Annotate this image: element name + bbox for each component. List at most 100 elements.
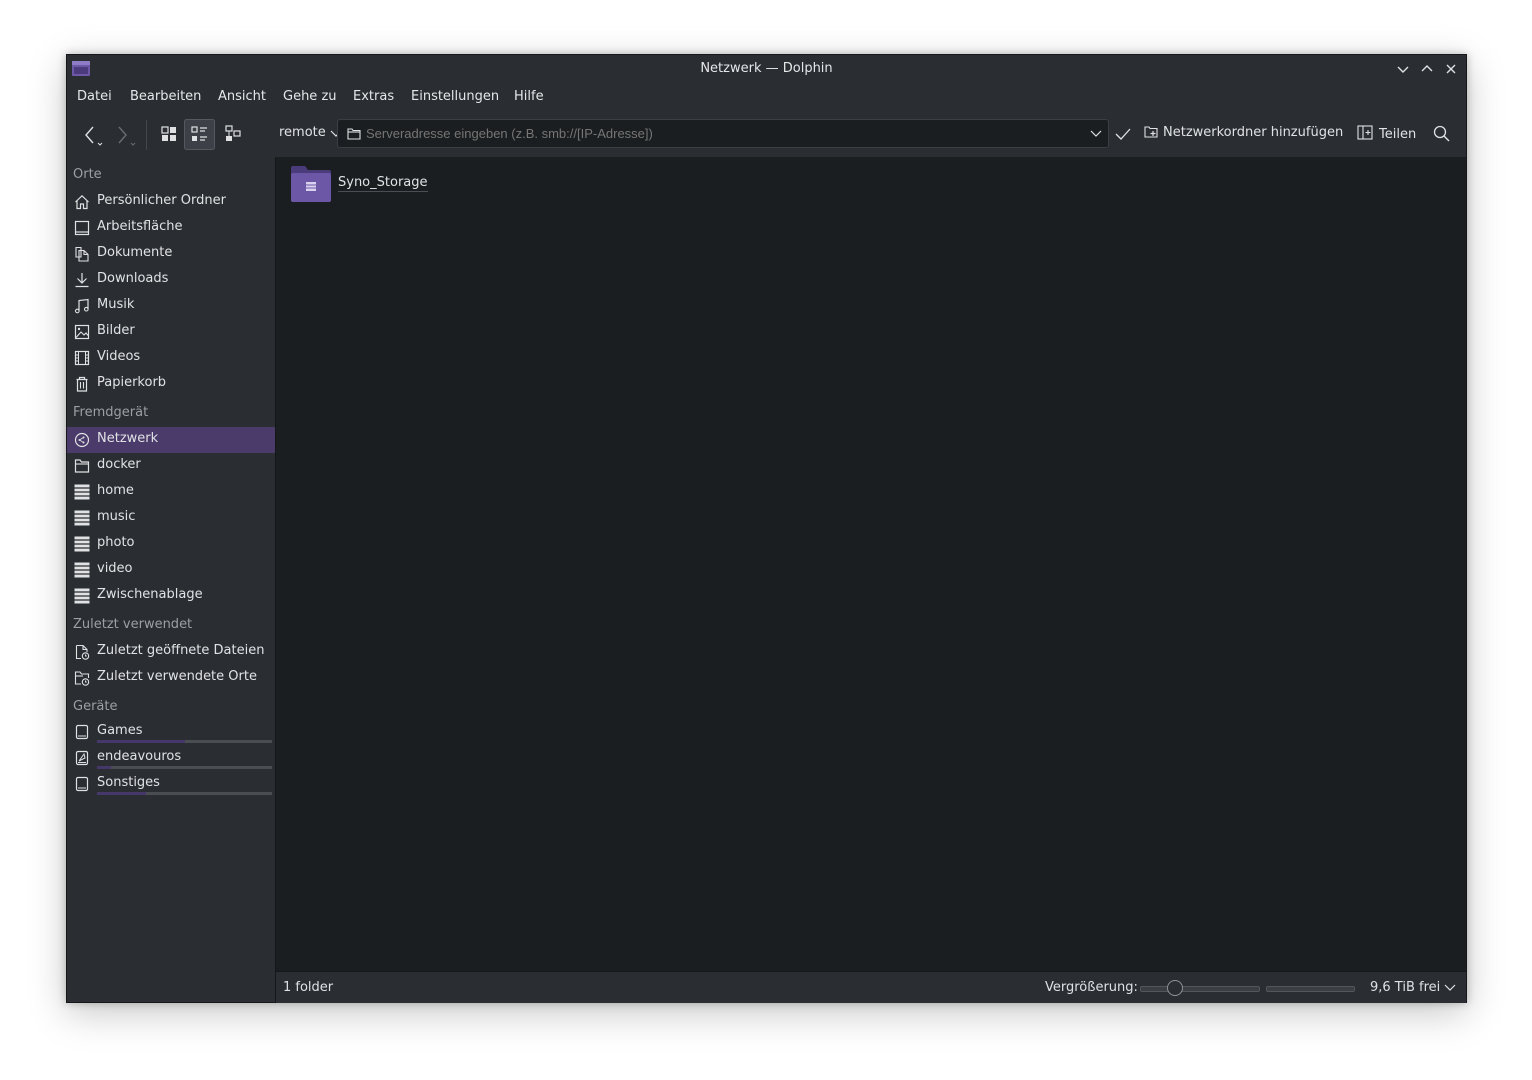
sidebar-item-music-share[interactable]: music — [67, 505, 275, 531]
recent-files-icon — [75, 644, 90, 660]
sidebar-item-video-share[interactable]: video — [67, 557, 275, 583]
window-title: Netzwerk — Dolphin — [700, 61, 833, 76]
confirm-checkmark-icon[interactable] — [1115, 127, 1131, 141]
sidebar-item-recent-files[interactable]: Zuletzt geöffnete Dateien — [67, 639, 275, 665]
network-share-icon — [74, 510, 90, 526]
sidebar-item-label: Downloads — [97, 271, 169, 286]
capacity-bar — [97, 792, 272, 795]
details-view-button[interactable] — [219, 119, 249, 149]
sidebar-item-photo-share[interactable]: photo — [67, 531, 275, 557]
trash-icon — [76, 376, 88, 392]
drive-icon — [75, 776, 89, 792]
back-button[interactable] — [81, 122, 105, 148]
chevron-down-icon[interactable] — [1444, 982, 1456, 992]
sidebar-item-label: docker — [97, 457, 141, 472]
sidebar-item-documents[interactable]: Dokumente — [67, 241, 275, 267]
zoom-slider[interactable] — [1140, 980, 1260, 996]
compact-view-button[interactable] — [184, 119, 215, 150]
recent-places-icon — [74, 671, 90, 686]
sidebar-item-label: Games — [97, 723, 143, 738]
sidebar-item-label: Zwischenablage — [97, 587, 203, 602]
add-folder-icon — [1144, 126, 1158, 138]
sidebar-item-label: endeavouros — [97, 749, 182, 764]
section-remote: Fremdgerät — [73, 405, 149, 420]
drive-icon — [75, 724, 89, 740]
address-history-chevron-icon[interactable] — [1090, 128, 1102, 138]
sidebar-item-label: Papierkorb — [97, 375, 167, 390]
sidebar-item-label: Videos — [97, 349, 141, 364]
sidebar-item-label: music — [97, 509, 136, 524]
file-view[interactable]: Syno_Storage — [276, 157, 1466, 971]
address-bar[interactable] — [337, 119, 1109, 148]
sidebar-item-device-games[interactable]: Games — [67, 719, 275, 745]
section-places: Orte — [73, 167, 102, 182]
folder-icon — [74, 459, 90, 473]
sidebar-item-label: Persönlicher Ordner — [97, 193, 226, 208]
network-icon — [74, 432, 90, 448]
menu-hilfe[interactable]: Hilfe — [514, 89, 544, 104]
network-share-icon — [74, 562, 90, 578]
free-space-bar — [1266, 986, 1355, 992]
remote-dropdown[interactable]: remote — [279, 125, 342, 140]
share-label: Teilen — [1379, 127, 1417, 142]
maximize-button[interactable] — [1418, 60, 1436, 78]
sidebar-item-clipboard-share[interactable]: Zwischenablage — [67, 583, 275, 609]
capacity-fill — [97, 792, 146, 795]
zoom-slider-handle[interactable] — [1167, 980, 1183, 996]
sidebar-item-label: Netzwerk — [97, 431, 159, 446]
search-icon[interactable] — [1433, 125, 1451, 143]
share-button[interactable]: Teilen — [1357, 125, 1416, 142]
places-panel: Orte Persönlicher Ordner Arbeitsfläche D… — [67, 157, 276, 1002]
minimize-button[interactable] — [1394, 60, 1412, 78]
capacity-fill — [97, 766, 111, 769]
sidebar-item-home-share[interactable]: home — [67, 479, 275, 505]
menu-ansicht[interactable]: Ansicht — [218, 89, 266, 104]
menu-extras[interactable]: Extras — [353, 89, 394, 104]
forward-button[interactable] — [111, 122, 137, 148]
menu-einstellungen[interactable]: Einstellungen — [411, 89, 499, 104]
sidebar-item-label: photo — [97, 535, 135, 550]
close-button[interactable] — [1442, 60, 1460, 78]
menu-gehe-zu[interactable]: Gehe zu — [283, 89, 337, 104]
file-item-syno-storage[interactable]: Syno_Storage — [290, 165, 440, 205]
desktop-icon — [74, 220, 90, 236]
system-drive-icon — [75, 750, 89, 766]
sidebar-item-pictures[interactable]: Bilder — [67, 319, 275, 345]
toolbar-separator — [146, 120, 147, 150]
icons-view-button[interactable] — [154, 119, 184, 149]
add-network-folder-button[interactable]: Netzwerkordner hinzufügen — [1144, 125, 1343, 140]
sidebar-item-recent-places[interactable]: Zuletzt verwendete Orte — [67, 665, 275, 691]
network-folder-icon — [291, 166, 331, 202]
free-space-label[interactable]: 9,6 TiB frei — [1370, 980, 1440, 995]
sidebar-item-device-endeavouros[interactable]: endeavouros — [67, 745, 275, 771]
sidebar-item-trash[interactable]: Papierkorb — [67, 371, 275, 397]
address-input[interactable] — [364, 125, 1088, 142]
sidebar-item-label: Dokumente — [97, 245, 173, 260]
zoom-label: Vergrößerung: — [1045, 980, 1138, 995]
item-count: 1 folder — [283, 980, 334, 995]
sidebar-item-label: home — [97, 483, 134, 498]
menu-bearbeiten[interactable]: Bearbeiten — [130, 89, 201, 104]
sidebar-item-downloads[interactable]: Downloads — [67, 267, 275, 293]
sidebar-item-desktop[interactable]: Arbeitsfläche — [67, 215, 275, 241]
downloads-icon — [75, 273, 89, 288]
menu-datei[interactable]: Datei — [77, 89, 112, 104]
sidebar-item-device-sonstiges[interactable]: Sonstiges — [67, 771, 275, 797]
sidebar-item-home[interactable]: Persönlicher Ordner — [67, 189, 275, 215]
sidebar-item-docker[interactable]: docker — [67, 453, 275, 479]
capacity-bar — [97, 766, 272, 769]
sidebar-item-music[interactable]: Musik — [67, 293, 275, 319]
sidebar-item-videos[interactable]: Videos — [67, 345, 275, 371]
dolphin-window: Netzwerk — Dolphin Datei Bearbeiten Ansi… — [66, 54, 1467, 1003]
section-recent: Zuletzt verwendet — [73, 617, 193, 632]
sidebar-item-label: video — [97, 561, 133, 576]
pictures-icon — [74, 324, 90, 340]
sidebar-item-network[interactable]: Netzwerk — [67, 427, 275, 453]
network-share-icon — [74, 536, 90, 552]
sidebar-item-label: Arbeitsfläche — [97, 219, 183, 234]
documents-icon — [75, 246, 89, 262]
home-icon — [75, 194, 89, 210]
sidebar-item-label: Sonstiges — [97, 775, 160, 790]
file-name: Syno_Storage — [338, 175, 428, 192]
title-bar[interactable]: Netzwerk — Dolphin — [67, 55, 1466, 82]
